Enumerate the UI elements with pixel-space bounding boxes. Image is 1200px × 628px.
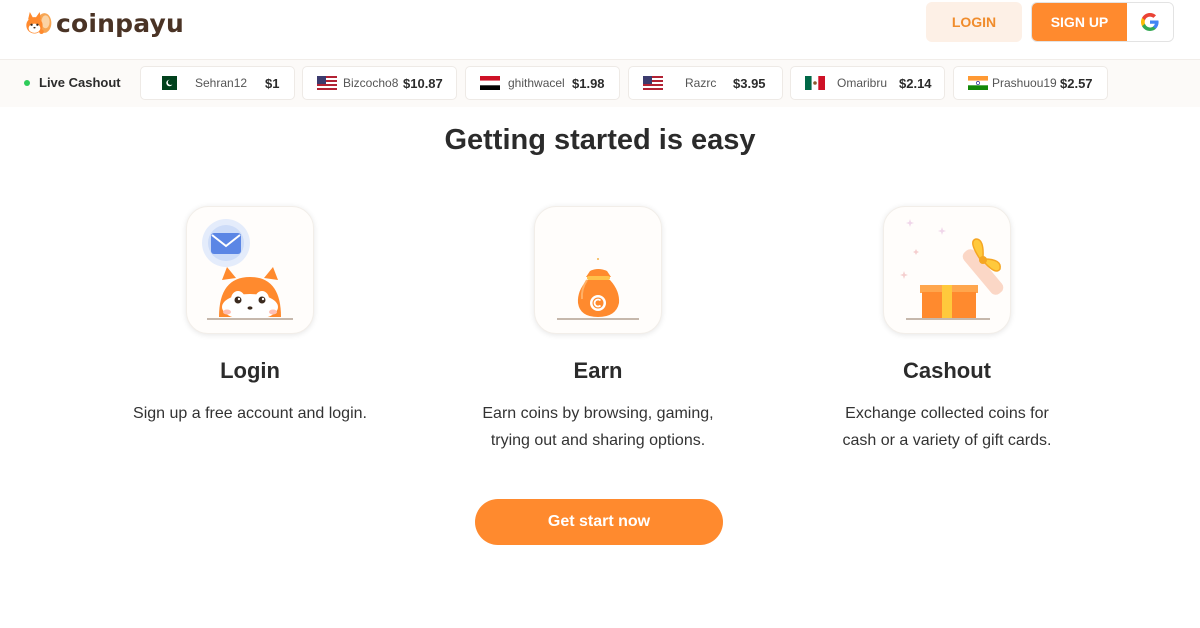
cashout-amount: $1 — [265, 75, 280, 91]
cashout-item: Prashuou19 $2.57 — [953, 66, 1108, 100]
step-description: Sign up a free account and login. — [133, 405, 367, 422]
cashout-user: Bizcocho8 — [343, 76, 399, 90]
cashout-amount: $2.14 — [899, 75, 932, 91]
cashout-item: ghithwacel $1.98 — [465, 66, 620, 100]
us-flag-icon — [317, 76, 337, 90]
step-cashout: Cashout Exchange collected coins for cas… — [817, 206, 1077, 454]
brand-name: coinpayu — [55, 8, 184, 38]
pakistan-flag-icon — [157, 76, 177, 90]
cashout-item: Sehran12 $1 — [140, 66, 295, 100]
cashout-user: Sehran12 — [195, 76, 248, 90]
us-flag-icon — [643, 76, 663, 90]
section-title: Getting started is easy — [444, 124, 756, 156]
step-earn: Earn Earn coins by browsing, gaming, try… — [468, 206, 728, 454]
signup-button[interactable]: SIGN UP — [1032, 3, 1127, 41]
live-cashout-ticker: Live Cashout Sehran12 $1 Bizcocho8 $10.8… — [0, 59, 1200, 107]
cashout-amount: $2.57 — [1060, 75, 1093, 91]
step-description: Earn coins by browsing, gaming, trying o… — [482, 405, 714, 449]
header: coinpayu LOGIN SIGN UP — [0, 0, 1200, 58]
step-icon-box — [534, 206, 662, 334]
squirrel-mail-icon — [202, 219, 293, 320]
google-signin-button[interactable] — [1127, 3, 1173, 41]
cashout-user: Prashuou19 — [992, 76, 1057, 90]
step-title: Login — [220, 358, 280, 383]
india-flag-icon — [968, 76, 988, 90]
google-icon — [1141, 13, 1159, 31]
login-button[interactable]: LOGIN — [926, 2, 1022, 42]
cashout-amount: $1.98 — [572, 75, 605, 91]
cashout-item: Bizcocho8 $10.87 — [302, 66, 457, 100]
live-cashout-label: Live Cashout — [24, 75, 121, 90]
cashout-amount: $3.95 — [733, 75, 766, 91]
coin-bag-icon — [557, 258, 639, 320]
step-icon-box — [883, 206, 1011, 334]
step-title: Cashout — [903, 358, 991, 383]
cashout-user: ghithwacel — [508, 76, 565, 90]
cashout-user: Omaribru — [837, 76, 888, 90]
live-dot-icon — [24, 79, 30, 86]
cashout-item: Razrc $3.95 — [628, 66, 783, 100]
step-icon-box — [186, 206, 314, 334]
gift-box-icon — [900, 219, 1004, 320]
cashout-amount: $10.87 — [403, 75, 443, 91]
squirrel-logo-icon — [26, 11, 52, 35]
get-started-button[interactable]: Get start now — [475, 499, 723, 545]
mexico-flag-icon — [805, 76, 825, 90]
live-cashout-text: Live Cashout — [39, 75, 121, 90]
cashout-item: Omaribru $2.14 — [790, 66, 945, 100]
step-login: Login Sign up a free account and login. — [120, 206, 380, 427]
yemen-flag-icon — [480, 76, 500, 90]
step-description: Exchange collected coins for cash or a v… — [842, 405, 1052, 449]
step-title: Earn — [573, 358, 623, 383]
signup-group: SIGN UP — [1031, 2, 1174, 42]
brand-logo[interactable]: coinpayu — [24, 1, 184, 45]
cashout-user: Razrc — [685, 76, 717, 90]
